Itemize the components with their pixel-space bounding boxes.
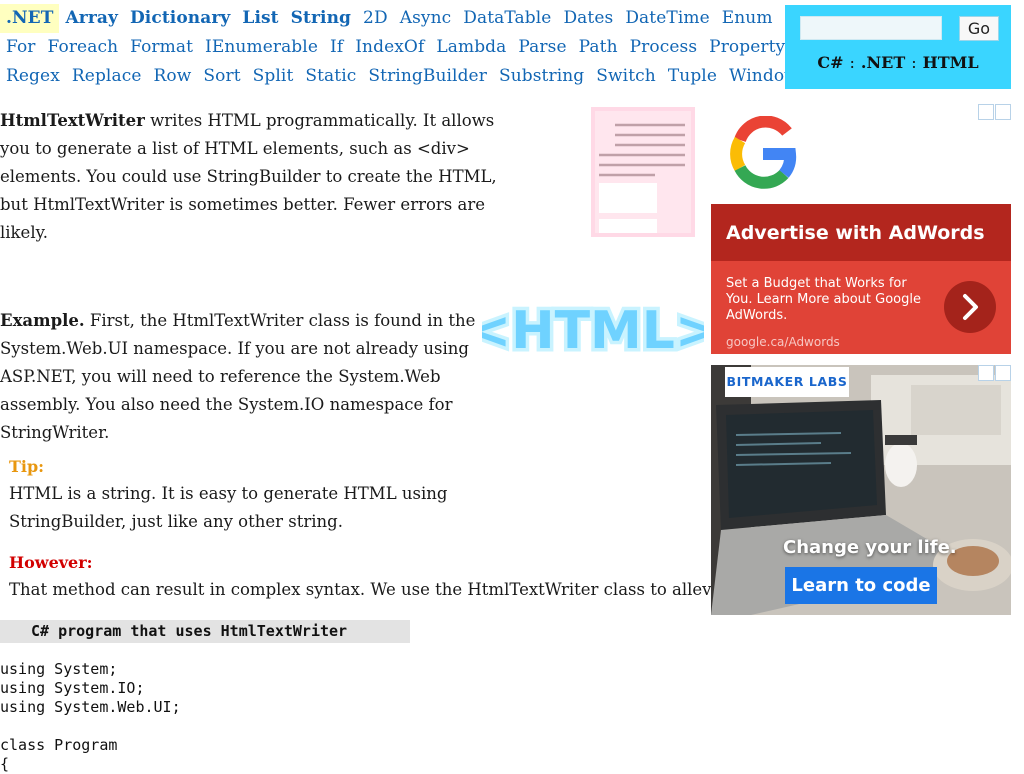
nav-link-property[interactable]: Property xyxy=(703,33,791,62)
document-illustration xyxy=(591,107,695,237)
example-line: ASP.NET, you will need to reference the … xyxy=(0,367,441,386)
tag-csharp: C# xyxy=(817,53,844,72)
nav-link-indexof[interactable]: IndexOf xyxy=(349,33,430,62)
nav-link-tuple[interactable]: Tuple xyxy=(662,62,723,91)
nav-link-datatable[interactable]: DataTable xyxy=(457,4,557,33)
adwords-url[interactable]: google.ca/Adwords xyxy=(726,335,840,349)
nav-link-path[interactable]: Path xyxy=(573,33,624,62)
however-line: That method can result in complex syntax… xyxy=(9,580,744,599)
nav-link-foreach[interactable]: Foreach xyxy=(42,33,125,62)
example-line: Example. First, the HtmlTextWriter class… xyxy=(0,307,475,335)
code-title-bar: C# program that uses HtmlTextWriter xyxy=(0,620,410,643)
nav-link-string[interactable]: String xyxy=(285,4,357,33)
intro-line: HtmlTextWriter writes HTML programmatica… xyxy=(0,107,497,135)
nav-link-replace[interactable]: Replace xyxy=(66,62,148,91)
intro-line: but HtmlTextWriter is sometimes better. … xyxy=(0,195,485,214)
code-line: using System.IO; xyxy=(0,679,145,697)
tag-dotnet: .NET xyxy=(860,53,906,72)
ad-info-icon[interactable] xyxy=(978,104,994,120)
nav-link-process[interactable]: Process xyxy=(624,33,704,62)
nav-link-parse[interactable]: Parse xyxy=(512,33,572,62)
breadcrumb-tags: C#: .NET: HTML xyxy=(785,53,1011,72)
nav-link-list[interactable]: List xyxy=(236,4,284,33)
search-panel: Go C#: .NET: HTML xyxy=(785,5,1011,89)
example-line: StringWriter. xyxy=(0,423,110,442)
nav-link-dates[interactable]: Dates xyxy=(557,4,619,33)
tag-html: HTML xyxy=(922,53,979,72)
intro-paragraph: HtmlTextWriter writes HTML programmatica… xyxy=(0,107,497,247)
tag-separator: : xyxy=(911,53,917,72)
example-paragraph: Example. First, the HtmlTextWriter class… xyxy=(0,307,475,447)
nav-link-async[interactable]: Async xyxy=(394,4,458,33)
code-block: using System; using System.IO; using Syste… xyxy=(0,660,181,774)
example-term: Example. xyxy=(0,311,85,330)
nav-link-sort[interactable]: Sort xyxy=(197,62,246,91)
google-logo-icon xyxy=(730,116,797,189)
intro-line: you to generate a list of HTML elements,… xyxy=(0,139,470,158)
code-line: ​ xyxy=(0,717,181,736)
intro-line: likely. xyxy=(0,223,48,242)
bitmaker-logo: BITMAKER LABS xyxy=(725,367,849,397)
top-navigation: .NET Array Dictionary List String 2D Async Data… xyxy=(0,4,818,91)
nav-link-format[interactable]: Format xyxy=(124,33,199,62)
code-line: using System.Web.UI; xyxy=(0,698,181,716)
adwords-banner: Advertise with AdWords xyxy=(711,204,1011,261)
code-title: C# program that uses HtmlTextWriter xyxy=(31,622,348,640)
nav-link-if[interactable]: If xyxy=(324,33,349,62)
adwords-body: Set a Budget that Works for You. Learn M… xyxy=(711,261,1011,354)
nav-link-stringbuilder[interactable]: StringBuilder xyxy=(362,62,493,91)
nav-link-switch[interactable]: Switch xyxy=(590,62,662,91)
nav-link-lambda[interactable]: Lambda xyxy=(430,33,512,62)
adwords-arrow-button[interactable] xyxy=(944,281,996,333)
html-tag-graphic: <HTML> <HTML> xyxy=(482,298,704,365)
chevron-right-icon xyxy=(963,294,978,320)
nav-link-regex[interactable]: Regex xyxy=(0,62,66,91)
tag-separator: : xyxy=(849,53,855,72)
nav-link-dictionary[interactable]: Dictionary xyxy=(124,4,236,33)
nav-link-enum[interactable]: Enum xyxy=(716,4,779,33)
ad-choices[interactable] xyxy=(977,104,1011,120)
ad-choices[interactable] xyxy=(977,365,1011,381)
nav-row-3: Regex Replace Row Sort Split Static StringBuil… xyxy=(0,62,799,91)
nav-link-ienumerable[interactable]: IEnumerable xyxy=(199,33,324,62)
nav-link-2d[interactable]: 2D xyxy=(357,4,394,33)
nav-link-array[interactable]: Array xyxy=(59,4,124,33)
ad-close-icon[interactable] xyxy=(995,104,1011,120)
code-line: using System; xyxy=(0,660,118,678)
intro-line: elements. You could use StringBuilder to… xyxy=(0,167,497,186)
intro-line-text: writes HTML programmatically. It allows xyxy=(144,111,495,130)
nav-row-1: .NET Array Dictionary List String 2D Async Data… xyxy=(0,4,818,33)
adwords-headline: Advertise with AdWords xyxy=(726,222,985,244)
search-input[interactable] xyxy=(800,16,942,40)
nav-row-2: For Foreach Format IEnumerable If IndexOf Lamb… xyxy=(0,33,790,62)
nav-link-datetime[interactable]: DateTime xyxy=(619,4,715,33)
tip-label: Tip: xyxy=(9,457,45,476)
adwords-ad[interactable]: Advertise with AdWords Set a Budget that… xyxy=(711,104,1011,354)
learn-to-code-button[interactable]: Learn to code xyxy=(785,567,937,604)
html-graphic-text: <HTML> xyxy=(482,301,704,361)
code-line: { xyxy=(0,755,10,773)
bitmaker-headline: Change your life. xyxy=(783,537,957,558)
example-line: assembly. You also need the System.IO na… xyxy=(0,395,453,414)
tip-text: HTML is a string. It is easy to generate… xyxy=(9,480,447,536)
nav-link-for[interactable]: For xyxy=(0,33,42,62)
however-text: That method can result in complex syntax… xyxy=(9,576,743,604)
nav-link-split[interactable]: Split xyxy=(247,62,300,91)
intro-term: HtmlTextWriter xyxy=(0,111,145,130)
tip-line: StringBuilder, just like any other strin… xyxy=(9,512,343,531)
ad-info-icon[interactable] xyxy=(978,365,994,381)
tip-line: HTML is a string. It is easy to generate… xyxy=(9,484,448,503)
code-line: class Program xyxy=(0,736,118,754)
bitmaker-ad[interactable]: BITMAKER LABS Change your life. Learn to… xyxy=(711,365,1011,615)
ad-close-icon[interactable] xyxy=(995,365,1011,381)
go-button[interactable]: Go xyxy=(959,16,999,41)
example-line: System.Web.UI namespace. If you are not … xyxy=(0,339,469,358)
nav-link-row[interactable]: Row xyxy=(148,62,198,91)
nav-link-static[interactable]: Static xyxy=(299,62,362,91)
however-label: However: xyxy=(9,553,93,572)
adwords-description: Set a Budget that Works for You. Learn M… xyxy=(726,276,921,323)
example-line-text: First, the HtmlTextWriter class is found… xyxy=(84,311,476,330)
nav-link-substring[interactable]: Substring xyxy=(493,62,590,91)
nav-link-net[interactable]: .NET xyxy=(0,4,60,33)
